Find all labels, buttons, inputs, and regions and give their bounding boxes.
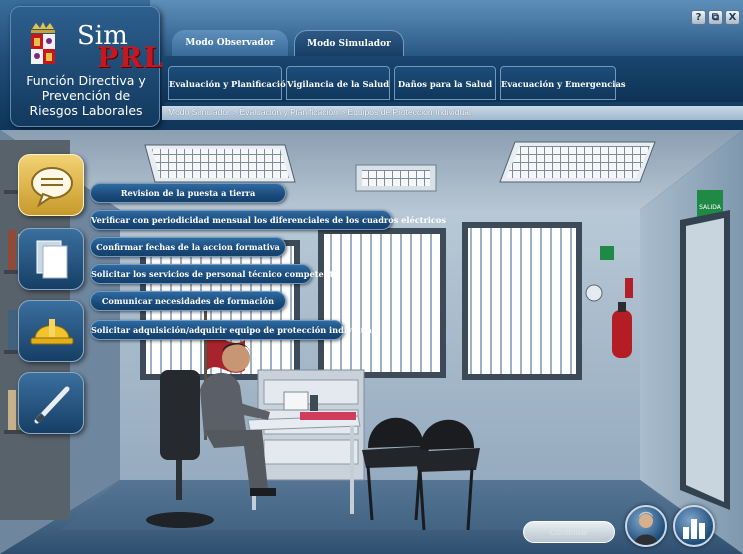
exit-sign-text: SALIDA [699,204,722,211]
stats-button[interactable] [673,505,715,547]
logo-prl-text: PRL [97,41,165,74]
tab-evaluacion-planificacion[interactable]: Evaluación y Planificación [168,66,292,100]
wall-clock [585,284,603,302]
chat-icon [31,167,73,208]
air-vent [355,164,437,192]
door [686,218,724,502]
crest-icon [31,22,55,64]
tab-modo-observador[interactable]: Modo Observador [172,30,288,56]
window-center [318,228,446,378]
tab-vigilancia-salud[interactable]: Vigilancia de la Salud [286,66,390,100]
continue-button[interactable]: Continuar [523,521,615,543]
close-button[interactable]: X [725,10,740,25]
breadcrumb-bar: Modo Simulador > Evaluación y Planificac… [162,106,743,120]
help-button[interactable]: ? [691,10,706,25]
tool-hard-hat-button[interactable] [18,300,84,362]
action-verificar-diferenciales[interactable]: Verificar con periodicidad mensual los d… [90,210,446,230]
logo-subtitle-line3: Riesgos Laborales [29,103,143,118]
chart-icon [683,519,705,539]
action-solicitar-personal[interactable]: Solicitar los servicios de personal técn… [90,264,339,284]
area-tab-bar: Evaluación y Planificación Vigilancia de… [162,56,743,102]
pen-icon [34,386,70,424]
app-header: Sim PRL Función Directiva y Prevención d… [0,0,743,132]
window-right [462,222,582,380]
fire-sign [625,278,633,298]
tab-modo-simulador[interactable]: Modo Simulador [294,30,404,56]
tab-danos-salud[interactable]: Daños para la Salud [394,66,496,100]
action-solicitar-epi[interactable]: Solicitar adquisición/adquirir equipo de… [90,320,375,340]
app-logo: Sim PRL Función Directiva y Prevención d… [10,6,163,127]
laptop [283,391,309,411]
documents-icon [36,240,68,279]
breadcrumb: Modo Simulador > Evaluación y Planificac… [168,107,471,117]
safety-sign [600,246,614,260]
tool-documents-button[interactable] [18,228,84,290]
action-confirmar-fechas[interactable]: Confirmar fechas de la accion formativa [90,237,286,257]
tool-pen-button[interactable] [18,372,84,434]
logo-subtitle-line1: Función Directiva y [26,73,146,88]
tool-chat-button[interactable] [18,154,84,216]
avatar-icon [634,511,658,545]
action-revision-puesta-tierra[interactable]: Revision de la puesta a tierra [90,183,286,203]
avatar-button[interactable] [625,505,667,547]
tab-evacuacion-emergencias[interactable]: Evacuación y Emergencias [500,66,626,100]
action-comunicar-formacion[interactable]: Comunicar necesidades de formación [90,291,286,311]
restore-button[interactable]: ⧉ [708,10,723,25]
ceiling-light-right [499,141,656,183]
ceiling-light-left [144,144,296,183]
logo-subtitle: Función Directiva y Prevención de Riesgo… [15,73,157,118]
hard-hat-icon [30,319,74,345]
logo-subtitle-line2: Prevención de [41,88,131,103]
